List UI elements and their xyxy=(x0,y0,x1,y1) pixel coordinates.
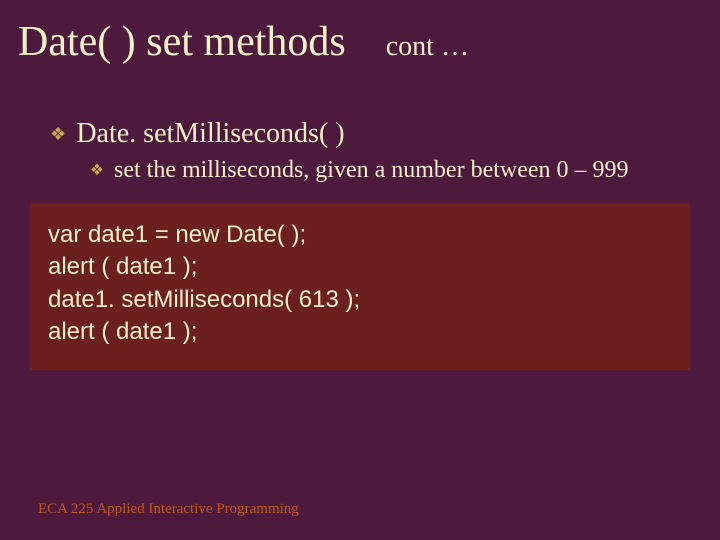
diamond-bullet-icon: ❖ xyxy=(90,157,104,185)
bullet-level-1: ❖ Date. setMilliseconds( ) xyxy=(50,118,720,151)
diamond-bullet-icon: ❖ xyxy=(50,118,66,151)
code-line: alert ( date1 ); xyxy=(48,251,672,283)
slide-continuation: cont … xyxy=(386,31,469,63)
code-line: alert ( date1 ); xyxy=(48,316,672,348)
code-line: date1. setMilliseconds( 613 ); xyxy=(48,284,672,316)
bullet-level-2-text: set the milliseconds, given a number bet… xyxy=(114,157,629,184)
code-line: var date1 = new Date( ); xyxy=(48,219,672,251)
bullet-level-2: ❖ set the milliseconds, given a number b… xyxy=(90,157,720,185)
slide-footer: ECA 225 Applied Interactive Programming xyxy=(38,501,299,518)
code-block: var date1 = new Date( ); alert ( date1 )… xyxy=(30,203,690,371)
bullet-level-1-text: Date. setMilliseconds( ) xyxy=(76,118,344,150)
slide-title: Date( ) set methods xyxy=(18,18,346,66)
title-row: Date( ) set methods cont … xyxy=(0,0,720,66)
